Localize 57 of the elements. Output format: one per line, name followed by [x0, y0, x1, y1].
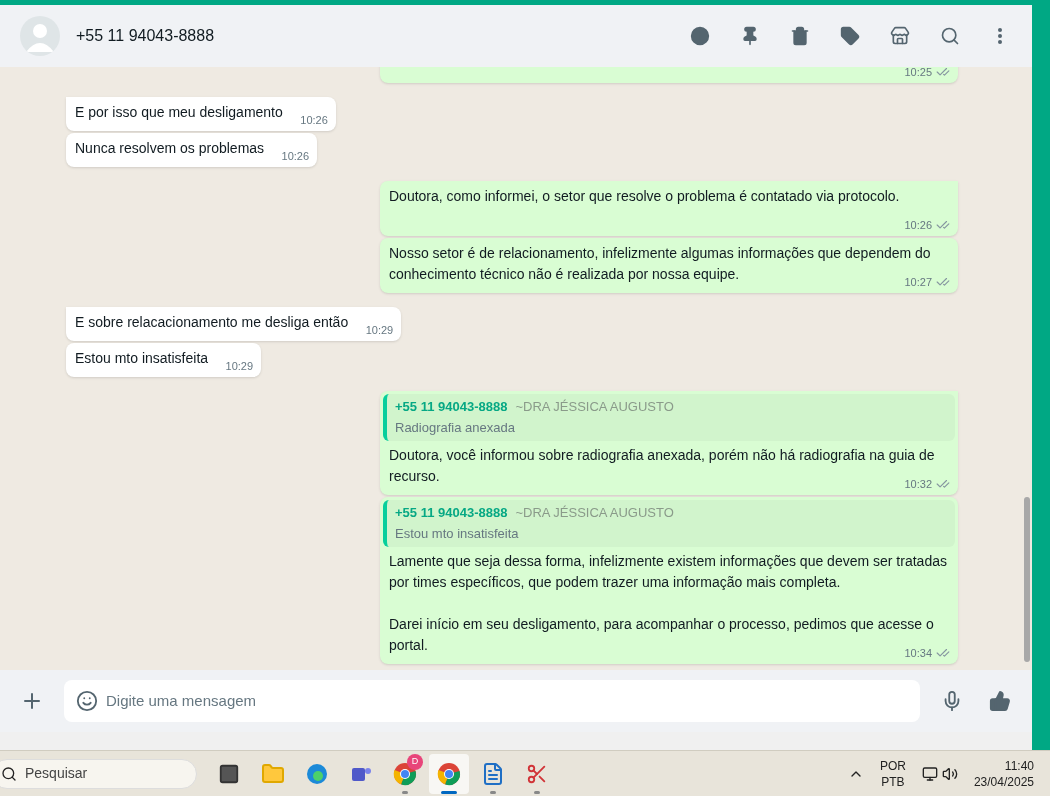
quoted-message[interactable]: +55 11 94043-8888 ~DRA JÉSSICA AUGUSTO Estou mto insatisfeita — [383, 500, 955, 547]
taskbar-search-input[interactable]: Pesquisar — [25, 763, 175, 784]
clock-time[interactable]: 11:40 — [1004, 757, 1034, 774]
search-icon — [1, 765, 17, 782]
sticker-icon[interactable] — [76, 690, 98, 712]
network-icon[interactable] — [921, 765, 938, 782]
message-time: 10:29 — [365, 322, 394, 338]
message-time: 10:29 — [225, 358, 254, 374]
language-indicator[interactable]: POR — [879, 757, 906, 774]
tag-button[interactable] — [838, 24, 862, 48]
pin-icon — [740, 26, 760, 46]
folder-icon — [261, 761, 285, 786]
message-text: E sobre relacacionamento me desliga então — [75, 314, 349, 330]
message-time: 10:26 — [281, 148, 310, 164]
running-indicator — [534, 790, 540, 794]
tag-icon — [840, 26, 860, 46]
chrome-icon — [437, 761, 461, 786]
running-indicator — [441, 790, 457, 794]
message-input[interactable]: Digite uma mensagem — [64, 680, 920, 722]
language-indicator[interactable]: PTB — [881, 773, 905, 790]
scissors-icon — [526, 762, 548, 785]
message-time: 10:32 — [904, 476, 932, 492]
double-check-icon — [936, 67, 950, 79]
message-time: 10:26 — [300, 112, 328, 128]
taskbar-app[interactable]: D — [385, 753, 425, 794]
scrollbar-thumb[interactable] — [1024, 497, 1030, 662]
message-text: E por isso que meu desligamento — [75, 104, 283, 120]
thumbs-up-icon — [989, 690, 1011, 712]
store-icon — [890, 26, 910, 46]
notepad-icon — [481, 761, 505, 786]
message-text: Estou mto insatisfeita — [75, 350, 209, 366]
quoted-sender-name: ~DRA JÉSSICA AUGUSTO — [515, 399, 674, 415]
quoted-phone: +55 11 94043-8888 — [395, 505, 508, 521]
quoted-message[interactable]: +55 11 94043-8888 ~DRA JÉSSICA AUGUSTO Radiografia anexada — [383, 394, 955, 441]
trash-icon — [790, 26, 810, 46]
message-time: 10:25 — [904, 67, 932, 80]
taskbar-search[interactable]: Pesquisar — [0, 758, 197, 789]
taskbar-app[interactable] — [429, 753, 469, 794]
running-indicator — [490, 790, 496, 794]
message-time: 10:27 — [904, 274, 932, 290]
volume-icon[interactable] — [941, 765, 958, 782]
quoted-text: Estou mto insatisfeita — [395, 526, 520, 542]
message-time: 10:34 — [904, 645, 932, 661]
running-indicator — [402, 790, 408, 794]
contact-name[interactable]: +55 11 94043-8888 — [76, 24, 215, 48]
quoted-phone: +55 11 94043-8888 — [395, 399, 508, 415]
message-time: 10:26 — [904, 217, 932, 233]
message-text: Lamente que seja dessa forma, infelizmente existem informações que devem ser tratadas por times específicos, que podem trazer uma informação mais completa. — [389, 553, 947, 590]
search-icon — [940, 26, 960, 46]
menu-icon — [998, 28, 1002, 44]
message-text: Doutora, como informei, o setor que resolve o problema é contatado via protocolo. — [389, 188, 900, 204]
clock-date[interactable]: 23/04/2025 — [973, 773, 1034, 790]
message-text: Nunca resolvem os problemas — [75, 140, 265, 156]
notification-badge: D — [407, 753, 423, 770]
quoted-sender-name: ~DRA JÉSSICA AUGUSTO — [515, 505, 674, 521]
quoted-text: Radiografia anexada — [395, 420, 516, 436]
browser-icon — [305, 761, 329, 786]
